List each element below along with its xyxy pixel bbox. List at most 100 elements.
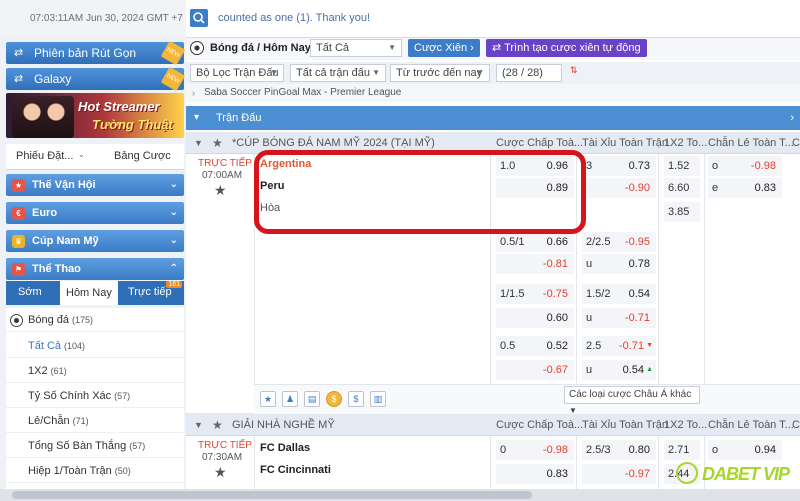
odds-down-icon: ▼: [646, 342, 653, 349]
odds-cell[interactable]: 1.5/2 0.54: [582, 284, 656, 304]
league-header-copa[interactable]: ▼ ★ *CÚP BÓNG ĐÁ NAM MỸ 2024 (TẠI MỸ) Cư…: [186, 132, 800, 154]
scrollbar-thumb[interactable]: [12, 491, 532, 499]
market-select[interactable]: Tất Cả ▼: [310, 39, 402, 57]
list-item-ht-ft[interactable]: Hiệp 1/Toàn Trận (50): [6, 459, 184, 483]
tab-early[interactable]: Sớm: [18, 286, 42, 298]
sort-icon[interactable]: ⇅: [570, 65, 578, 76]
sidebar-section-copa[interactable]: ♛ Cúp Nam Mỹ ⌄: [6, 230, 184, 252]
odds-cell[interactable]: 2.5 -0.71 ▼: [582, 336, 656, 356]
swap-icon: ⇄: [14, 73, 24, 85]
new-badge: NEW: [160, 40, 186, 66]
new-badge: NEW: [160, 66, 186, 92]
star-icon[interactable]: ★: [212, 414, 223, 436]
promo-lite-version-button[interactable]: ⇄ Phiên bản Rút Gọn NEW: [6, 40, 186, 66]
team-home: FC Dallas: [260, 442, 311, 454]
bar-chart-icon[interactable]: ▥: [370, 391, 386, 407]
main-toolbar: Bóng đá / Hôm Nay Tất Cả ▼ Cược Xiên › ⇄ …: [186, 38, 800, 60]
league-count-select[interactable]: (28 / 28) Giải: [496, 64, 562, 95]
tab-bet-list[interactable]: Bảng Cược: [114, 150, 171, 162]
odds-cell[interactable]: 2.71: [664, 440, 700, 460]
odds-cell[interactable]: 2.5/3 0.80: [582, 440, 656, 460]
odds-cell[interactable]: u -0.71: [582, 308, 656, 328]
list-item-all[interactable]: Tất Cả (104): [6, 334, 184, 358]
star-icon[interactable]: ★: [214, 464, 227, 481]
team-home: Argentina: [260, 158, 312, 170]
odds-up-icon: ▲: [646, 366, 653, 373]
chevron-down-icon[interactable]: ⌄: [78, 150, 85, 159]
sidebar-section-olympics[interactable]: ★ Thế Vận Hội ⌄: [6, 174, 184, 196]
odds-cell[interactable]: 1/1.5 -0.75: [496, 284, 574, 304]
odds-cell[interactable]: 3.85: [664, 202, 700, 222]
top-bar: 07:03:11AM Jun 30, 2024 GMT +7 counted a…: [0, 0, 800, 38]
odds-cell[interactable]: -0.67: [496, 360, 574, 380]
list-item-correct-score[interactable]: Tỷ Số Chính Xác (57): [6, 384, 184, 408]
list-item-soccer[interactable]: Bóng đá (175): [6, 308, 184, 332]
match-section-header[interactable]: ▾ Trận Đấu ›: [186, 106, 800, 130]
league-header-mls[interactable]: ▼ ★ GIẢI NHÀ NGHỀ MỸ Cược Chấp Toà... Tà…: [186, 414, 800, 436]
odds-cell[interactable]: -0.97: [582, 464, 656, 484]
hot-streamer-banner[interactable]: Hot Streamer Tường Thuật: [6, 93, 184, 138]
all-matches-select[interactable]: Tất cả trận đấu ▼: [290, 64, 386, 82]
live-label: TRỰC TIẾP: [198, 440, 252, 451]
odds-cell[interactable]: 1.52: [664, 156, 700, 176]
tab-today[interactable]: Hôm Nay: [60, 281, 118, 305]
draw-label: Hòa: [260, 202, 281, 214]
odds-cell[interactable]: 0.89: [496, 178, 574, 198]
odds-cell[interactable]: -0.90: [582, 178, 656, 198]
sports-icon: ⚑: [12, 263, 25, 276]
shuffle-icon: ⇄: [492, 42, 502, 54]
sidebar-section-euro[interactable]: € Euro ⌄: [6, 202, 184, 224]
star-icon[interactable]: ★: [214, 182, 227, 199]
list-item-odd-even[interactable]: Lẻ/Chẵn (71): [6, 409, 184, 433]
promo-galaxy-button[interactable]: ⇄ Galaxy NEW: [6, 66, 186, 92]
stats-table-icon[interactable]: ▤: [304, 391, 320, 407]
swap-icon: ⇄: [14, 47, 24, 59]
live-label: TRỰC TIẾP: [198, 158, 252, 169]
sidebar-section-sports[interactable]: ⚑ Thể Thao ⌃: [6, 258, 184, 280]
odds-cell[interactable]: o -0.98: [708, 156, 782, 176]
time-range-select[interactable]: Từ trước đến nay ▼: [390, 64, 490, 82]
odds-cell[interactable]: 0.60: [496, 308, 574, 328]
chevron-right-icon: ›: [192, 88, 195, 98]
odds-cell[interactable]: 0.83: [496, 464, 574, 484]
search-icon[interactable]: [190, 9, 208, 27]
coin-icon[interactable]: $: [326, 391, 342, 407]
favorite-star-icon[interactable]: ★: [260, 391, 276, 407]
odds-cell[interactable]: -0.81: [496, 254, 574, 274]
odds-cell[interactable]: o 0.94: [708, 440, 782, 460]
odds-cell[interactable]: u 0.78: [582, 254, 656, 274]
team-away: FC Cincinnati: [260, 464, 331, 476]
chevron-down-icon: ▼: [194, 138, 203, 148]
star-icon[interactable]: ★: [212, 132, 223, 154]
odds-cell[interactable]: 0 -0.98: [496, 440, 574, 460]
soccer-ball-icon: [10, 314, 23, 327]
chevron-down-icon: ⌄: [169, 235, 178, 246]
chevron-down-icon: ▼: [476, 68, 484, 77]
dollar-icon[interactable]: $: [348, 391, 364, 407]
odds-cell[interactable]: u 0.54 ▲: [582, 360, 656, 380]
list-item-1x2[interactable]: 1X2 (61): [6, 359, 184, 383]
tab-live[interactable]: Trực tiếp: [128, 286, 172, 298]
clock: 07:03:11AM Jun 30, 2024 GMT +7: [0, 0, 186, 38]
tab-bet-slip[interactable]: Phiếu Đặt...: [16, 150, 73, 162]
league-banner[interactable]: › Saba Soccer PinGoal Max - Premier Leag…: [186, 84, 800, 102]
more-asian-bets-select[interactable]: Các loại cược Châu Á khác ▼: [564, 386, 700, 415]
parlay-button[interactable]: Cược Xiên ›: [408, 39, 480, 57]
time-tabs: Sớm Hôm Nay Trực tiếp 161: [6, 281, 184, 305]
kickoff-time: 07:30AM: [202, 452, 243, 463]
soccer-ball-icon: [190, 41, 204, 55]
odds-cell[interactable]: 1.0 0.96: [496, 156, 574, 176]
match-row-argentina-peru: TRỰC TIẾP 07:00AM ★ Argentina Peru Hòa 1…: [186, 154, 800, 414]
odds-cell[interactable]: 6.60: [664, 178, 700, 198]
odds-cell[interactable]: 0.5/1 0.66: [496, 232, 574, 252]
odds-cell[interactable]: e 0.83: [708, 178, 782, 198]
bet-tabs: Phiếu Đặt... ⌄ Bảng Cược: [6, 144, 184, 170]
auto-parlay-builder-button[interactable]: ⇄ Trình tạo cược xiên tự động: [486, 39, 647, 57]
match-filter-select[interactable]: Bộ Lọc Trận Đấu ▼: [190, 64, 284, 82]
odds-cell[interactable]: 3 0.73: [582, 156, 656, 176]
odds-cell[interactable]: 2/2.5 -0.95: [582, 232, 656, 252]
odds-cell[interactable]: 0.5 0.52: [496, 336, 574, 356]
list-item-total-goals[interactable]: Tổng Số Bàn Thắng (57): [6, 434, 184, 458]
horizontal-scrollbar[interactable]: [0, 489, 800, 501]
shirt-icon[interactable]: ♟: [282, 391, 298, 407]
